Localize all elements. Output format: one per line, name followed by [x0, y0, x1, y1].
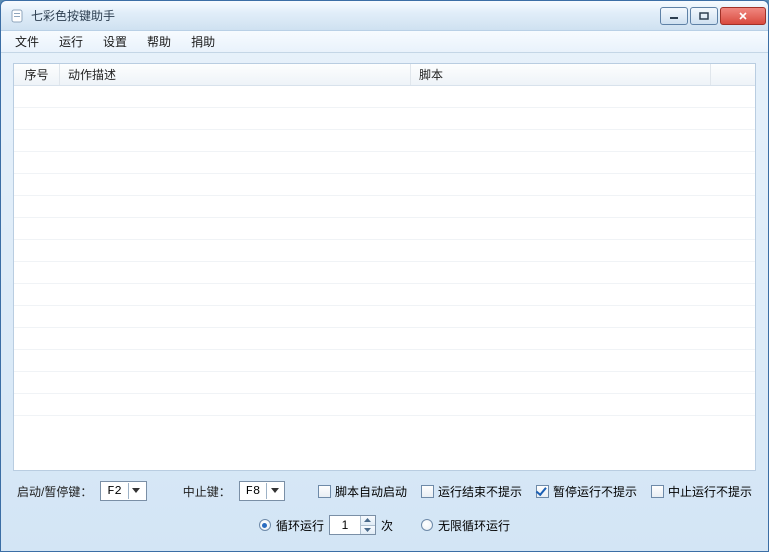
radio-loop-times-label: 循环运行: [276, 517, 324, 534]
checkbox-auto-start-label: 脚本自动启动: [335, 483, 407, 500]
col-header-desc[interactable]: 动作描述: [60, 64, 411, 85]
checkbox-no-prompt-end[interactable]: 运行结束不提示: [421, 483, 522, 500]
checkbox-no-prompt-pause-label: 暂停运行不提示: [553, 483, 637, 500]
checkbox-no-prompt-stop[interactable]: 中止运行不提示: [651, 483, 752, 500]
table-row[interactable]: [14, 350, 755, 372]
menu-file[interactable]: 文件: [5, 31, 49, 52]
maximize-button[interactable]: [690, 7, 718, 25]
table-row[interactable]: [14, 284, 755, 306]
table-row[interactable]: [14, 372, 755, 394]
stop-combo[interactable]: F8: [239, 481, 285, 501]
table-row[interactable]: [14, 196, 755, 218]
table-row[interactable]: [14, 394, 755, 416]
table-row[interactable]: [14, 218, 755, 240]
start-pause-combo[interactable]: F2: [100, 481, 146, 501]
controls-row-1: 启动/暂停键： F2 中止键： F8 脚本自动启动: [13, 481, 756, 501]
start-pause-label: 启动/暂停键：: [17, 483, 92, 500]
radio-infinite-loop-label: 无限循环运行: [438, 517, 510, 534]
spin-up-button[interactable]: [361, 516, 375, 526]
table-row[interactable]: [14, 86, 755, 108]
checkbox-auto-start[interactable]: 脚本自动启动: [318, 483, 407, 500]
table-row[interactable]: [14, 306, 755, 328]
action-table[interactable]: 序号 动作描述 脚本: [13, 63, 756, 471]
app-icon: [9, 8, 25, 24]
stop-label: 中止键：: [183, 483, 231, 500]
dropdown-arrow-icon: [266, 483, 282, 499]
table-row[interactable]: [14, 130, 755, 152]
table-row[interactable]: [14, 152, 755, 174]
col-header-tail: [711, 64, 755, 85]
app-window: 七彩色按键助手 文件 运行 设置 帮助 捐助 序号 动作描述 脚本: [0, 0, 769, 552]
titlebar[interactable]: 七彩色按键助手: [1, 1, 768, 31]
dropdown-arrow-icon: [128, 483, 144, 499]
minimize-button[interactable]: [660, 7, 688, 25]
radio-infinite-loop[interactable]: 无限循环运行: [421, 517, 510, 534]
menu-donate[interactable]: 捐助: [181, 31, 225, 52]
loop-times-input[interactable]: [330, 516, 360, 534]
menu-run[interactable]: 运行: [49, 31, 93, 52]
table-row[interactable]: [14, 328, 755, 350]
controls-row-2: 循环运行 次 无限循环运行: [13, 511, 756, 537]
menubar: 文件 运行 设置 帮助 捐助: [1, 31, 768, 53]
table-header: 序号 动作描述 脚本: [14, 64, 755, 86]
table-row[interactable]: [14, 174, 755, 196]
spin-down-button[interactable]: [361, 526, 375, 535]
loop-times-suffix: 次: [381, 517, 393, 534]
checkbox-no-prompt-stop-label: 中止运行不提示: [668, 483, 752, 500]
table-body[interactable]: [14, 86, 755, 470]
close-button[interactable]: [720, 7, 766, 25]
table-row[interactable]: [14, 240, 755, 262]
radio-loop-times[interactable]: 循环运行 次: [259, 515, 393, 535]
window-title: 七彩色按键助手: [31, 7, 115, 24]
table-row[interactable]: [14, 262, 755, 284]
checkbox-no-prompt-pause[interactable]: 暂停运行不提示: [536, 483, 637, 500]
table-row[interactable]: [14, 108, 755, 130]
start-pause-value: F2: [107, 484, 121, 498]
menu-help[interactable]: 帮助: [137, 31, 181, 52]
checkbox-no-prompt-end-label: 运行结束不提示: [438, 483, 522, 500]
loop-times-spinner[interactable]: [329, 515, 376, 535]
stop-value: F8: [246, 484, 260, 498]
col-header-script[interactable]: 脚本: [411, 64, 711, 85]
menu-settings[interactable]: 设置: [93, 31, 137, 52]
client-area: 序号 动作描述 脚本: [1, 53, 768, 551]
col-header-index[interactable]: 序号: [14, 64, 60, 85]
